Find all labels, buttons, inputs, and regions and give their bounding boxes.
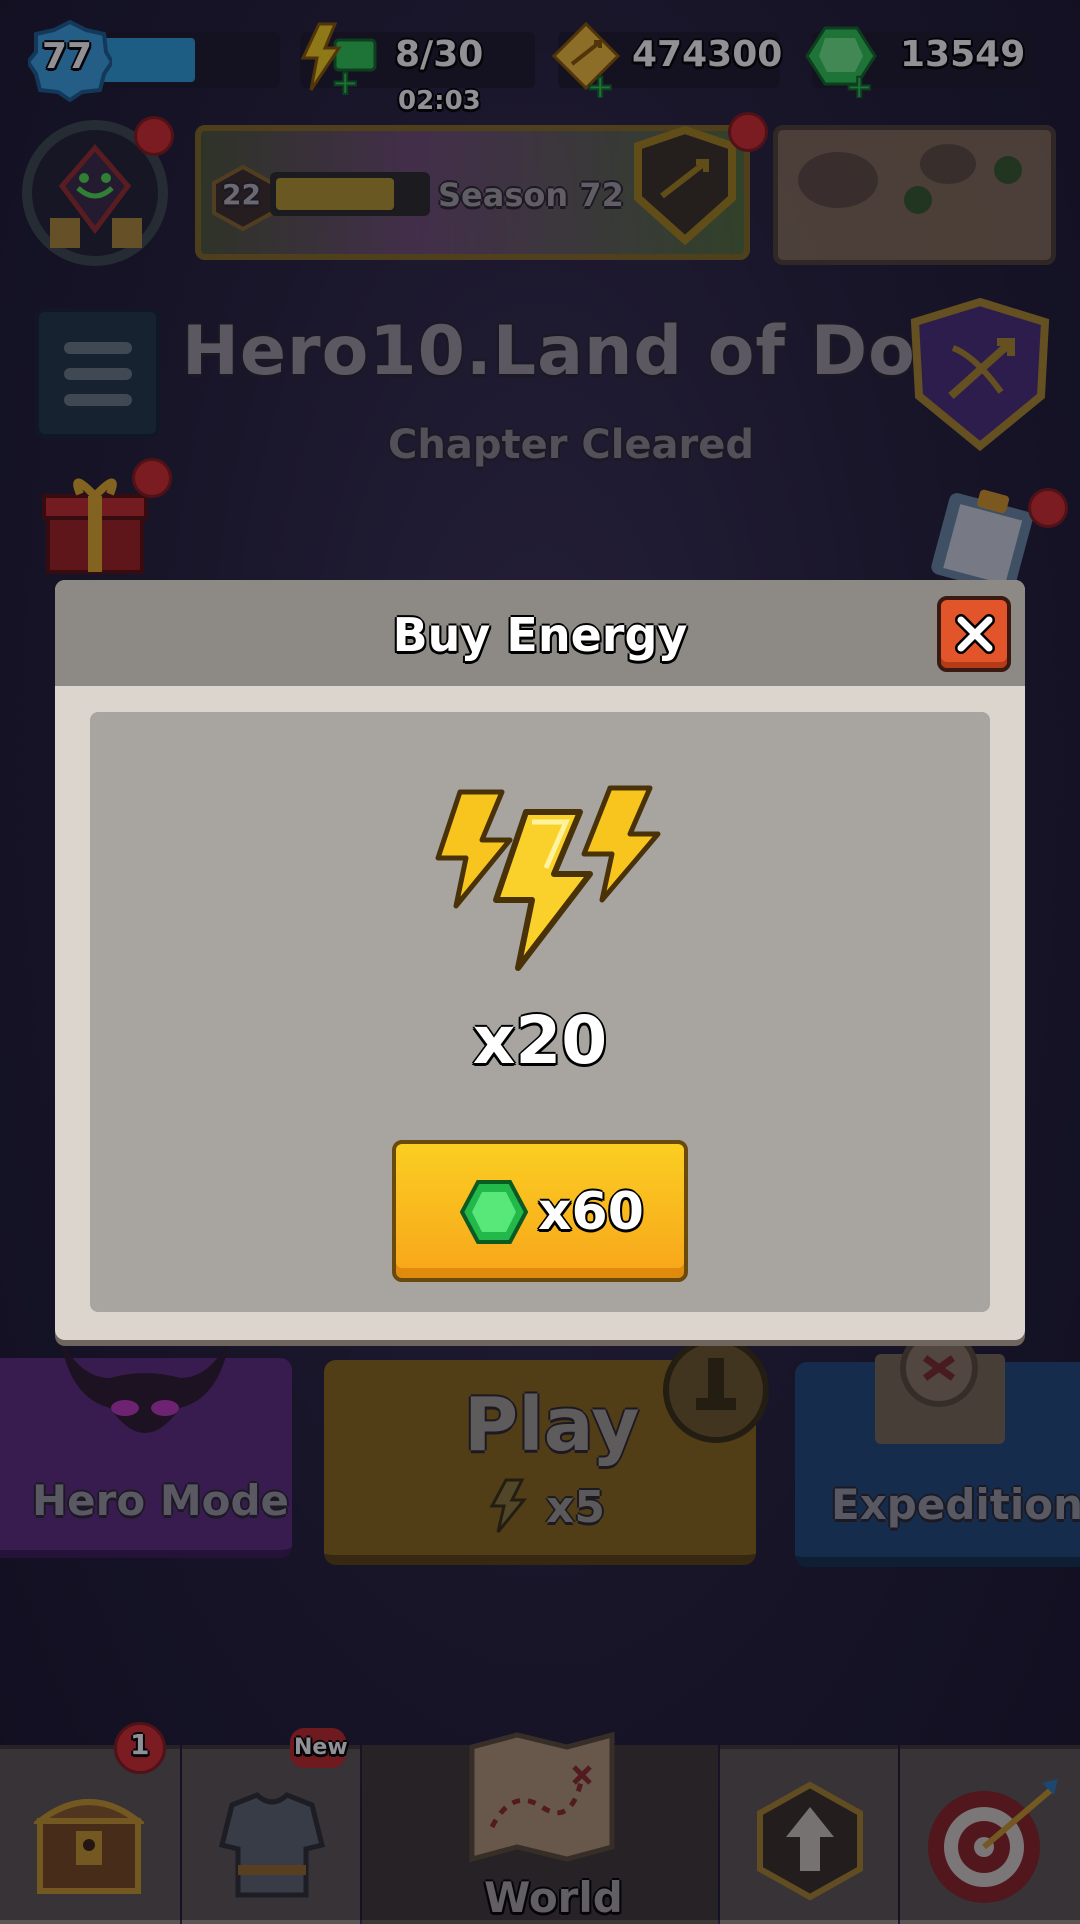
gem-price-icon (459, 1180, 529, 1244)
energy-amount: x20 (472, 1002, 608, 1079)
buy-button[interactable]: x60 (392, 1140, 688, 1282)
buy-energy-dialog: Buy Energy x20 x60 (55, 580, 1025, 1340)
dialog-content: x20 x60 (90, 712, 990, 1312)
lightning-icon (420, 782, 670, 982)
close-icon (953, 612, 997, 656)
buy-price: x60 (538, 1182, 644, 1242)
dialog-title: Buy Energy (392, 608, 688, 662)
close-button[interactable] (937, 596, 1011, 672)
